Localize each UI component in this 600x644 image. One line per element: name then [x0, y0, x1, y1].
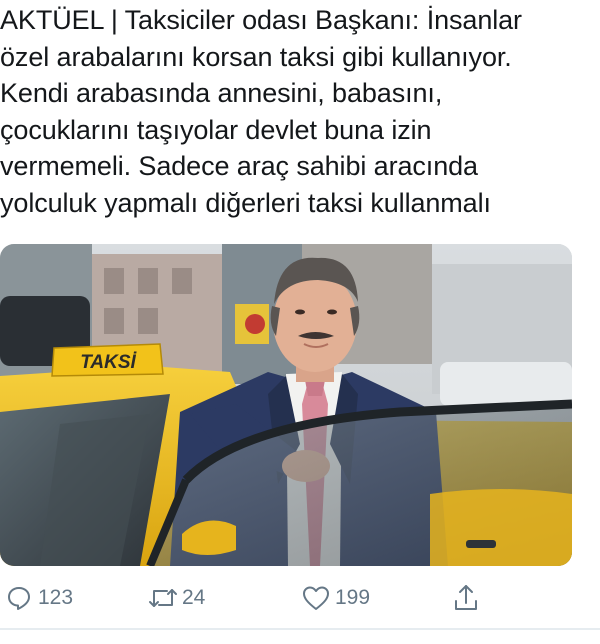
taxi-sign-text: TAKSİ	[80, 352, 137, 373]
tweet-text: AKTÜEL | Taksiciler odası Başkanı: İnsan…	[0, 5, 522, 218]
share-icon	[449, 581, 483, 615]
like-button[interactable]: 199	[299, 578, 370, 618]
reply-count: 123	[38, 586, 74, 609]
like-count: 199	[335, 586, 371, 609]
heart-icon	[299, 581, 333, 615]
tweet-actions: 123 24 199	[0, 578, 600, 618]
share-button[interactable]	[449, 578, 483, 618]
tweet-card: AKTÜEL | Taksiciler odası Başkanı: İnsan…	[0, 0, 600, 644]
reply-icon	[2, 581, 36, 615]
retweet-icon	[146, 581, 180, 615]
retweet-count: 24	[182, 586, 206, 609]
reply-button[interactable]: 123	[2, 578, 73, 618]
tweet-photo[interactable]: TAKSİ	[0, 244, 572, 566]
divider	[0, 628, 600, 630]
photo-illustration: TAKSİ	[0, 244, 572, 566]
retweet-button[interactable]: 24	[146, 578, 205, 618]
